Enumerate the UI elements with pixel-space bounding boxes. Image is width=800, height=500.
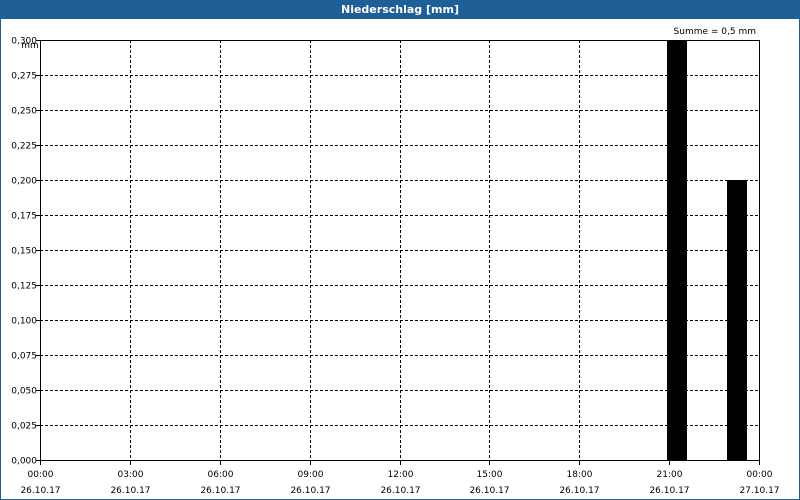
x-tick-time: 00:00 bbox=[28, 470, 54, 480]
grid bbox=[40, 40, 759, 460]
y-axis-ticks: 0,000 0,025 0,050 0,075 0,100 0,125 0,150 0,175… bbox=[11, 37, 40, 467]
sum-annotation: Summe = 0,5 mm bbox=[674, 27, 756, 37]
y-tick-label: 0,025 bbox=[11, 422, 37, 432]
x-tick-date: 26.10.17 bbox=[200, 486, 240, 496]
y-tick-label: 0,200 bbox=[11, 177, 37, 187]
y-tick-label: 0,225 bbox=[11, 142, 37, 152]
x-tick-date: 26.10.17 bbox=[649, 486, 689, 496]
x-axis-ticks: 00:00 26.10.17 03:00 26.10.17 06:00 26.10.17 0… bbox=[20, 460, 780, 496]
x-tick-time: 21:00 bbox=[657, 470, 683, 480]
x-tick-date: 27.10.17 bbox=[739, 486, 779, 496]
x-tick-date: 26.10.17 bbox=[110, 486, 150, 496]
x-tick-date: 26.10.17 bbox=[469, 486, 509, 496]
x-tick-time: 00:00 bbox=[747, 470, 773, 480]
y-tick-label: 0,000 bbox=[11, 457, 37, 467]
x-tick-time: 06:00 bbox=[208, 470, 234, 480]
y-tick-label: 0,125 bbox=[11, 282, 37, 292]
y-tick-label: 0,250 bbox=[11, 107, 37, 117]
x-tick-time: 15:00 bbox=[477, 470, 503, 480]
y-axis-label: mm bbox=[21, 41, 39, 51]
x-tick-time: 18:00 bbox=[567, 470, 593, 480]
bar bbox=[667, 40, 687, 460]
x-tick-date: 26.10.17 bbox=[380, 486, 420, 496]
x-tick-time: 12:00 bbox=[388, 470, 414, 480]
y-tick-label: 0,275 bbox=[11, 72, 37, 82]
y-tick-label: 0,050 bbox=[11, 387, 37, 397]
precipitation-chart: 0,000 0,025 0,050 0,075 0,100 0,125 0,150 0,175… bbox=[11, 27, 780, 496]
x-tick-time: 09:00 bbox=[298, 470, 324, 480]
y-tick-label: 0,100 bbox=[11, 317, 37, 327]
x-tick-date: 26.10.17 bbox=[20, 486, 60, 496]
y-tick-label: 0,175 bbox=[11, 212, 37, 222]
x-tick-date: 26.10.17 bbox=[290, 486, 330, 496]
x-tick-time: 03:00 bbox=[118, 470, 144, 480]
x-tick-date: 26.10.17 bbox=[559, 486, 599, 496]
y-tick-label: 0,075 bbox=[11, 352, 37, 362]
y-tick-label: 0,150 bbox=[11, 247, 37, 257]
bar bbox=[727, 180, 747, 460]
